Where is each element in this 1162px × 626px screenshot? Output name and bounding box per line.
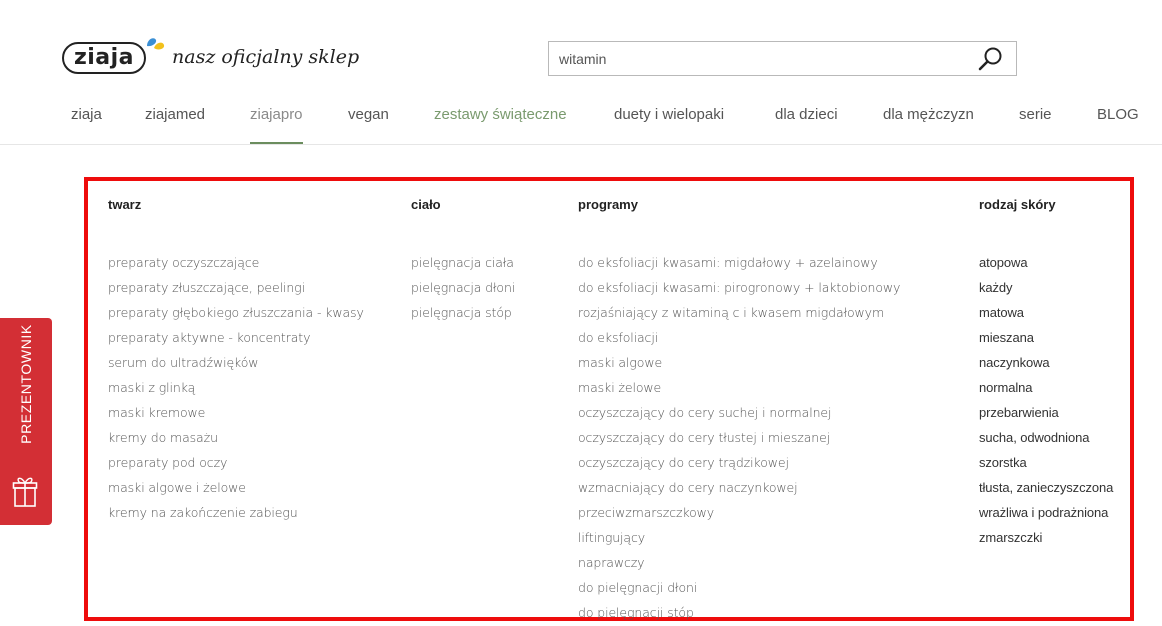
menu-link[interactable]: mieszana [979, 325, 1113, 350]
menu-link[interactable]: preparaty aktywne - koncentraty [108, 325, 364, 350]
menu-link[interactable]: pielęgnacja stóp [411, 300, 515, 325]
menu-link[interactable]: maski algowe [578, 350, 900, 375]
menu-link[interactable]: kremy do masażu [108, 425, 364, 450]
prezentownik-label: PREZENTOWNIK [18, 324, 34, 444]
menu-column-heading[interactable]: ciało [411, 197, 441, 212]
leaf-icon [147, 38, 165, 50]
menu-link[interactable]: matowa [979, 300, 1113, 325]
menu-list: pielęgnacja ciała pielęgnacja dłoni piel… [411, 250, 515, 325]
menu-list: atopowa każdy matowa mieszana naczynkowa… [979, 250, 1113, 550]
menu-link[interactable]: normalna [979, 375, 1113, 400]
logo-wordmark: ziaja [62, 42, 146, 74]
nav-item-ziaja[interactable]: ziaja [71, 106, 102, 123]
nav-item-dla-mezczyzn[interactable]: dla mężczyzn [883, 106, 974, 123]
menu-link[interactable]: liftingujący [578, 525, 900, 550]
nav-item-vegan[interactable]: vegan [348, 106, 389, 123]
prezentownik-tab[interactable]: PREZENTOWNIK [0, 318, 52, 525]
menu-link[interactable]: do eksfoliacji kwasami: pirogronowy + la… [578, 275, 900, 300]
menu-link[interactable]: do pielęgnacji stóp [578, 600, 900, 625]
menu-column-heading[interactable]: twarz [108, 197, 141, 212]
gift-icon [12, 477, 38, 507]
menu-link[interactable]: szorstka [979, 450, 1113, 475]
menu-link[interactable]: preparaty pod oczy [108, 450, 364, 475]
menu-link[interactable]: maski z glinką [108, 375, 364, 400]
menu-link[interactable]: pielęgnacja dłoni [411, 275, 515, 300]
search-box [548, 41, 1017, 76]
menu-link[interactable]: preparaty głębokiego złuszczania - kwasy [108, 300, 364, 325]
menu-link[interactable]: naprawczy [578, 550, 900, 575]
menu-link[interactable]: do pielęgnacji dłoni [578, 575, 900, 600]
mega-menu: twarz preparaty oczyszczające preparaty … [84, 177, 1134, 621]
menu-link[interactable]: do eksfoliacji kwasami: migdałowy + azel… [578, 250, 900, 275]
search-icon[interactable] [978, 46, 1004, 72]
nav-item-blog[interactable]: BLOG [1097, 106, 1139, 123]
menu-link[interactable]: oczyszczający do cery trądzikowej [578, 450, 900, 475]
menu-column-heading[interactable]: rodzaj skóry [979, 197, 1056, 212]
nav-item-dla-dzieci[interactable]: dla dzieci [775, 106, 838, 123]
brand-logo[interactable]: ziaja nasz oficjalny sklep [62, 36, 359, 84]
menu-link[interactable]: maski żelowe [578, 375, 900, 400]
menu-link[interactable]: przebarwienia [979, 400, 1113, 425]
main-nav: ziaja ziajamed ziajapro vegan zestawy św… [0, 100, 1162, 145]
menu-link[interactable]: do eksfoliacji [578, 325, 900, 350]
menu-link[interactable]: serum do ultradźwięków [108, 350, 364, 375]
menu-link[interactable]: wrażliwa i podrażniona [979, 500, 1113, 525]
menu-list: preparaty oczyszczające preparaty złuszc… [108, 250, 364, 525]
menu-link[interactable]: sucha, odwodniona [979, 425, 1113, 450]
nav-item-duety-i-wielopaki[interactable]: duety i wielopaki [614, 106, 724, 123]
nav-item-zestawy-swiateczne[interactable]: zestawy świąteczne [434, 106, 567, 123]
menu-link[interactable]: tłusta, zanieczyszczona [979, 475, 1113, 500]
menu-link[interactable]: rozjaśniający z witaminą c i kwasem migd… [578, 300, 900, 325]
nav-item-ziajamed[interactable]: ziajamed [145, 106, 205, 123]
nav-active-indicator [250, 142, 303, 144]
menu-list: do eksfoliacji kwasami: migdałowy + azel… [578, 250, 900, 625]
search-input[interactable] [559, 42, 959, 75]
menu-link[interactable]: oczyszczający do cery tłustej i mieszane… [578, 425, 900, 450]
menu-link[interactable]: kremy na zakończenie zabiegu [108, 500, 364, 525]
nav-item-ziajapro[interactable]: ziajapro [250, 106, 303, 123]
menu-link[interactable]: maski kremowe [108, 400, 364, 425]
menu-link[interactable]: oczyszczający do cery suchej i normalnej [578, 400, 900, 425]
menu-link[interactable]: każdy [979, 275, 1113, 300]
menu-link[interactable]: atopowa [979, 250, 1113, 275]
menu-link[interactable]: maski algowe i żelowe [108, 475, 364, 500]
menu-column-heading[interactable]: programy [578, 197, 638, 212]
menu-link[interactable]: przeciwzmarszczkowy [578, 500, 900, 525]
menu-link[interactable]: preparaty złuszczające, peelingi [108, 275, 364, 300]
menu-link[interactable]: naczynkowa [979, 350, 1113, 375]
menu-link[interactable]: wzmacniający do cery naczynkowej [578, 475, 900, 500]
menu-link[interactable]: preparaty oczyszczające [108, 250, 364, 275]
logo-tagline: nasz oficjalny sklep [172, 46, 360, 68]
nav-item-serie[interactable]: serie [1019, 106, 1052, 123]
menu-link[interactable]: pielęgnacja ciała [411, 250, 515, 275]
menu-link[interactable]: zmarszczki [979, 525, 1113, 550]
